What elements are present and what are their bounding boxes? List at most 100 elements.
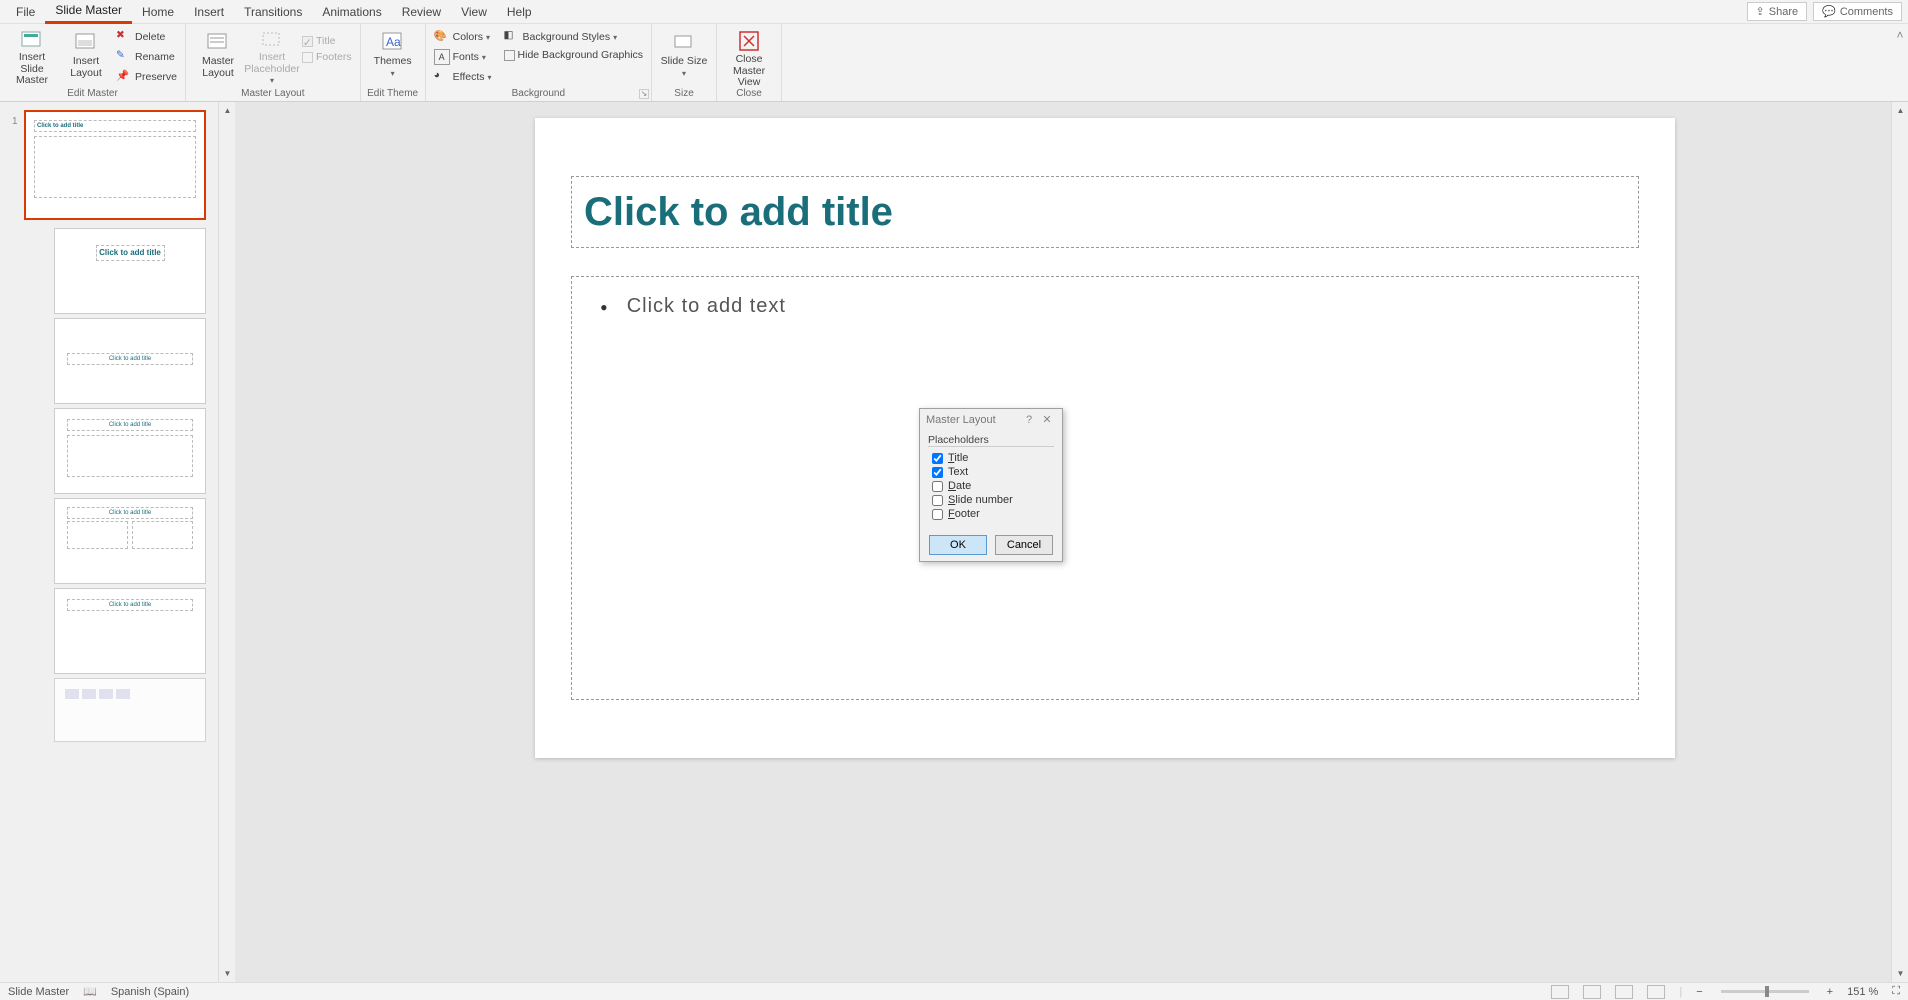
checkbox-icon: ✓	[302, 36, 313, 47]
effects-icon: ◕	[434, 69, 450, 85]
title-placeholder[interactable]: Click to add title	[571, 176, 1639, 248]
group-edit-theme: Aa Themes▾ Edit Theme	[361, 24, 426, 101]
thumb-title-ph: Click to add title	[96, 245, 165, 261]
close-master-button[interactable]: Close Master View	[723, 28, 775, 86]
dialog-close-button[interactable]: ✕	[1038, 413, 1056, 426]
master-layout-dialog: Master Layout ? ✕ Placeholders Title Tex…	[919, 408, 1063, 562]
thumb-body-ph	[132, 521, 193, 549]
checkbox-icon	[302, 52, 313, 63]
thumb-title-ph: Click to add title	[67, 599, 193, 611]
insert-placeholder-button[interactable]: Insert Placeholder▾	[246, 28, 298, 86]
master-thumbnail[interactable]: 1 Click to add title	[24, 110, 206, 220]
tab-view[interactable]: View	[451, 1, 497, 23]
zoom-slider[interactable]	[1721, 990, 1809, 993]
comments-button[interactable]: 💬Comments	[1813, 2, 1902, 21]
collapse-ribbon-button[interactable]: ˄	[1892, 24, 1908, 101]
checkbox-icon[interactable]	[932, 467, 943, 478]
status-mode: Slide Master	[8, 986, 69, 998]
view-slideshow-button[interactable]	[1647, 985, 1665, 999]
spellcheck-icon[interactable]: 📖	[83, 985, 97, 998]
thumb-title-ph: Click to add title	[67, 419, 193, 431]
layout-thumbnail[interactable]	[54, 678, 206, 742]
thumbnail-panel: 1 Click to add title Click to add title …	[0, 102, 218, 982]
scroll-up-icon[interactable]: ▲	[1892, 102, 1908, 119]
background-styles-button[interactable]: ◧Background Styles ▾	[502, 28, 645, 46]
tab-insert[interactable]: Insert	[184, 1, 234, 23]
checkbox-icon[interactable]	[932, 453, 943, 464]
view-sorter-button[interactable]	[1583, 985, 1601, 999]
layout-thumbnail[interactable]: Click to add title	[54, 498, 206, 584]
zoom-in-button[interactable]: +	[1827, 986, 1833, 998]
group-label: Background	[432, 86, 645, 101]
ok-button[interactable]: OK	[929, 535, 987, 555]
scroll-up-icon[interactable]: ▲	[219, 102, 236, 119]
checkbox-title[interactable]: Title	[928, 451, 1054, 465]
dialog-title: Master Layout	[926, 414, 1020, 426]
panel-scrollbar[interactable]: ▲ ▼	[218, 102, 235, 982]
rename-button[interactable]: ✎Rename	[114, 48, 179, 66]
checkbox-icon	[504, 50, 515, 61]
slide-workspace[interactable]: Click to add title Click to add text Mas…	[235, 102, 1891, 982]
layout-thumbnail[interactable]: Click to add title	[54, 408, 206, 494]
insert-placeholder-icon	[260, 30, 284, 50]
insert-layout-button[interactable]: Insert Layout	[60, 28, 112, 86]
preserve-button[interactable]: 📌Preserve	[114, 68, 179, 86]
tab-review[interactable]: Review	[392, 1, 451, 23]
group-edit-master: Insert Slide Master Insert Layout ✖Delet…	[0, 24, 186, 101]
share-button[interactable]: ⇪Share	[1747, 2, 1808, 21]
title-checkbox[interactable]: ✓Title	[300, 34, 354, 48]
checkbox-icon[interactable]	[932, 509, 943, 520]
layout-thumbnail[interactable]: Click to add title	[54, 228, 206, 314]
group-label: Size	[658, 86, 710, 101]
dialog-titlebar[interactable]: Master Layout ? ✕	[920, 409, 1062, 430]
checkbox-slide-number[interactable]: Slide number	[928, 493, 1054, 507]
themes-button[interactable]: Aa Themes▾	[367, 28, 419, 86]
checkbox-icon[interactable]	[932, 495, 943, 506]
group-size: Slide Size▾ Size	[652, 24, 717, 101]
bgstyles-icon: ◧	[504, 29, 520, 45]
dialog-help-button[interactable]: ?	[1020, 414, 1038, 426]
dialog-launcher[interactable]: ↘	[639, 89, 649, 99]
themes-icon: Aa	[381, 30, 405, 54]
group-close: Close Master View Close	[717, 24, 782, 101]
effects-button[interactable]: ◕Effects ▾	[432, 68, 494, 86]
checkbox-text[interactable]: Text	[928, 465, 1054, 479]
thumb-body-ph	[67, 521, 128, 549]
tab-transitions[interactable]: Transitions	[234, 1, 312, 23]
footers-checkbox[interactable]: Footers	[300, 50, 354, 64]
slide-size-button[interactable]: Slide Size▾	[658, 28, 710, 86]
scroll-down-icon[interactable]: ▼	[219, 965, 236, 982]
colors-button[interactable]: 🎨Colors ▾	[432, 28, 494, 46]
cancel-button[interactable]: Cancel	[995, 535, 1053, 555]
thumb-title-ph: Click to add title	[67, 353, 193, 365]
tab-animations[interactable]: Animations	[312, 1, 391, 23]
status-language[interactable]: Spanish (Spain)	[111, 986, 189, 998]
tab-help[interactable]: Help	[497, 1, 542, 23]
delete-button[interactable]: ✖Delete	[114, 28, 179, 46]
scroll-down-icon[interactable]: ▼	[1892, 965, 1908, 982]
master-layout-button[interactable]: Master Layout	[192, 28, 244, 86]
zoom-out-button[interactable]: −	[1696, 986, 1702, 998]
master-number: 1	[12, 116, 18, 127]
body-placeholder[interactable]: Click to add text	[571, 276, 1639, 700]
layout-thumbnail[interactable]: Click to add title	[54, 318, 206, 404]
group-master-layout: Master Layout Insert Placeholder▾ ✓Title…	[186, 24, 361, 101]
view-normal-button[interactable]	[1551, 985, 1569, 999]
insert-slide-master-button[interactable]: Insert Slide Master	[6, 28, 58, 86]
slide-master-canvas[interactable]: Click to add title Click to add text	[535, 118, 1675, 758]
tab-file[interactable]: File	[6, 1, 45, 23]
work-area: 1 Click to add title Click to add title …	[0, 102, 1908, 982]
checkbox-date[interactable]: Date	[928, 479, 1054, 493]
fit-to-window-button[interactable]: ⛶	[1892, 985, 1900, 998]
layout-thumbnail[interactable]: Click to add title	[54, 588, 206, 674]
workspace-scrollbar[interactable]: ▲ ▼	[1891, 102, 1908, 982]
checkbox-icon[interactable]	[932, 481, 943, 492]
checkbox-footer[interactable]: Footer	[928, 507, 1054, 521]
tab-home[interactable]: Home	[132, 1, 184, 23]
zoom-level[interactable]: 151 %	[1847, 986, 1878, 998]
view-reading-button[interactable]	[1615, 985, 1633, 999]
hide-bg-checkbox[interactable]: Hide Background Graphics	[502, 48, 645, 62]
tab-slide-master[interactable]: Slide Master	[45, 0, 132, 24]
fonts-button[interactable]: AFonts ▾	[432, 48, 494, 66]
menu-bar: File Slide Master Home Insert Transition…	[0, 0, 1908, 24]
